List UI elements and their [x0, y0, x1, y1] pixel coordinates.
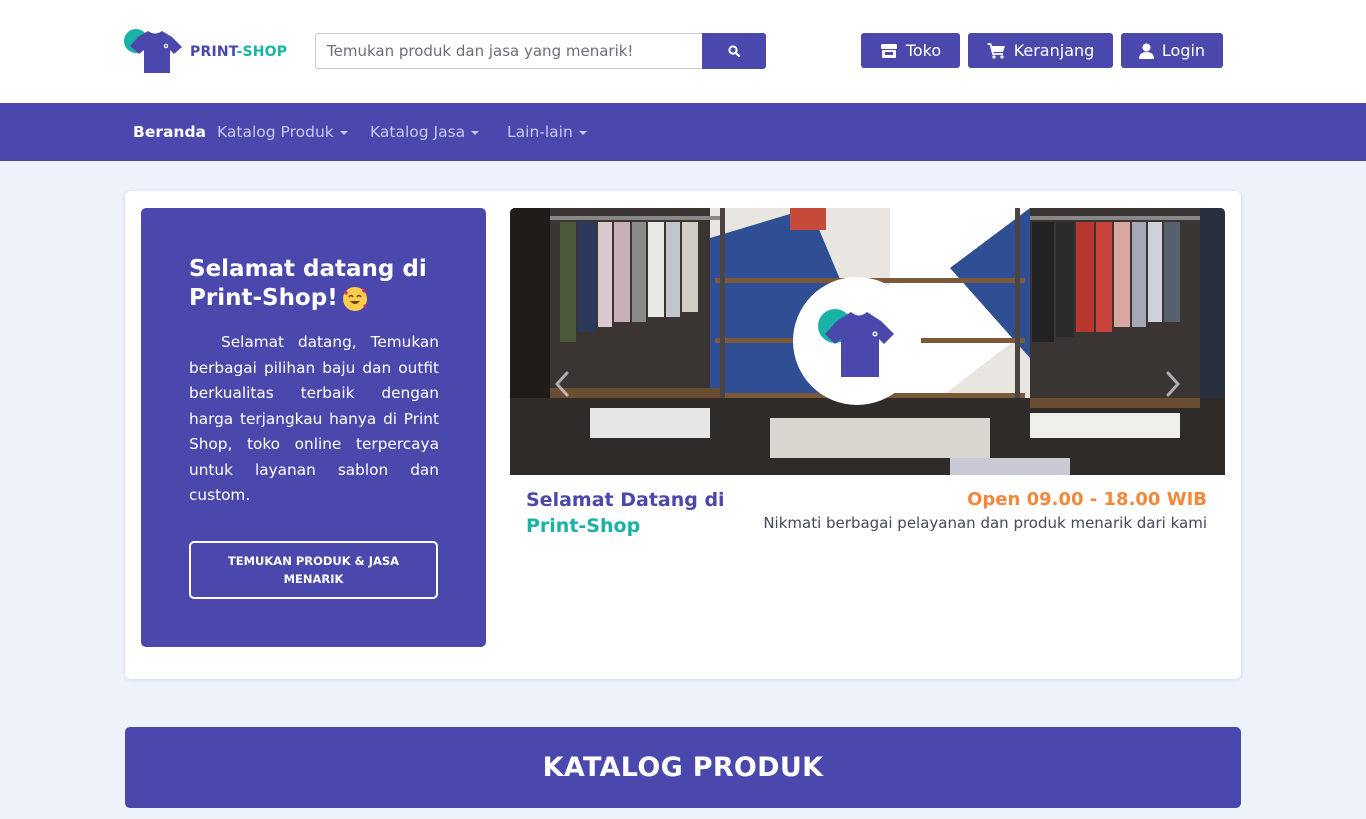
search-button[interactable] — [702, 33, 766, 69]
carousel-prev-icon[interactable] — [554, 370, 570, 398]
nav-item-lain-lain[interactable]: Lain-lain — [507, 123, 587, 141]
caption-subtitle: Nikmati berbagai pelayanan dan produk me… — [763, 514, 1207, 532]
katalog-produk-header: KATALOG PRODUK — [125, 727, 1241, 808]
brand-logo[interactable]: PRINT-SHOP — [124, 27, 294, 77]
hero-card: Selamat datang di Print-Shop! Selamat da… — [125, 191, 1241, 679]
nav-item-label: Katalog Jasa — [370, 123, 466, 141]
section-title: KATALOG PRODUK — [542, 752, 824, 783]
carousel-caption-title: Selamat Datang di Print-Shop — [526, 487, 725, 539]
cart-icon — [987, 42, 1005, 59]
brand-name: PRINT-SHOP — [190, 44, 288, 60]
main-nav: Beranda Katalog Produk Katalog Jasa Lain… — [0, 103, 1366, 161]
welcome-panel: Selamat datang di Print-Shop! Selamat da… — [141, 208, 486, 647]
cart-button-label: Keranjang — [1013, 41, 1095, 60]
nav-item-beranda[interactable]: Beranda — [133, 123, 206, 141]
search-input[interactable] — [315, 33, 702, 69]
nav-item-label: Lain-lain — [507, 123, 573, 141]
caption-line-2: Print-Shop — [526, 515, 641, 537]
chevron-down-icon — [339, 131, 348, 135]
nav-item-katalog-produk[interactable]: Katalog Produk — [217, 123, 348, 141]
login-button-label: Login — [1161, 41, 1206, 60]
store-button[interactable]: Toko — [861, 33, 960, 68]
login-button[interactable]: Login — [1121, 33, 1223, 68]
tshirt-logo-icon — [124, 29, 182, 73]
caption-line-1: Selamat Datang di — [526, 489, 725, 511]
hero-carousel[interactable] — [510, 208, 1225, 475]
chevron-down-icon — [578, 131, 587, 135]
cart-button[interactable]: Keranjang — [968, 33, 1113, 68]
smiling-face-with-hearts-icon — [342, 286, 367, 311]
welcome-body: Selamat datang, Temukan berbagai pilihan… — [189, 333, 439, 504]
user-icon — [1138, 43, 1154, 59]
nav-item-label: Beranda — [133, 123, 207, 141]
top-header: PRINT-SHOP Toko Keranjang — [0, 0, 1366, 103]
opening-hours: Open 09.00 - 18.00 WIB — [967, 489, 1207, 510]
carousel-next-icon[interactable] — [1165, 370, 1181, 398]
nav-item-label: Katalog Produk — [217, 123, 334, 141]
welcome-title: Selamat datang di Print-Shop! — [189, 256, 427, 311]
explore-products-button[interactable]: TEMUKAN PRODUK & JASA MENARIK — [189, 541, 438, 599]
store-interior-image — [510, 208, 1225, 475]
search-bar — [315, 33, 766, 69]
store-button-label: Toko — [905, 41, 942, 60]
search-icon — [728, 45, 740, 57]
store-icon — [880, 43, 897, 58]
nav-item-katalog-jasa[interactable]: Katalog Jasa — [370, 123, 480, 141]
carousel-caption-info: Open 09.00 - 18.00 WIB Nikmati berbagai … — [763, 489, 1207, 532]
chevron-down-icon — [471, 131, 480, 135]
